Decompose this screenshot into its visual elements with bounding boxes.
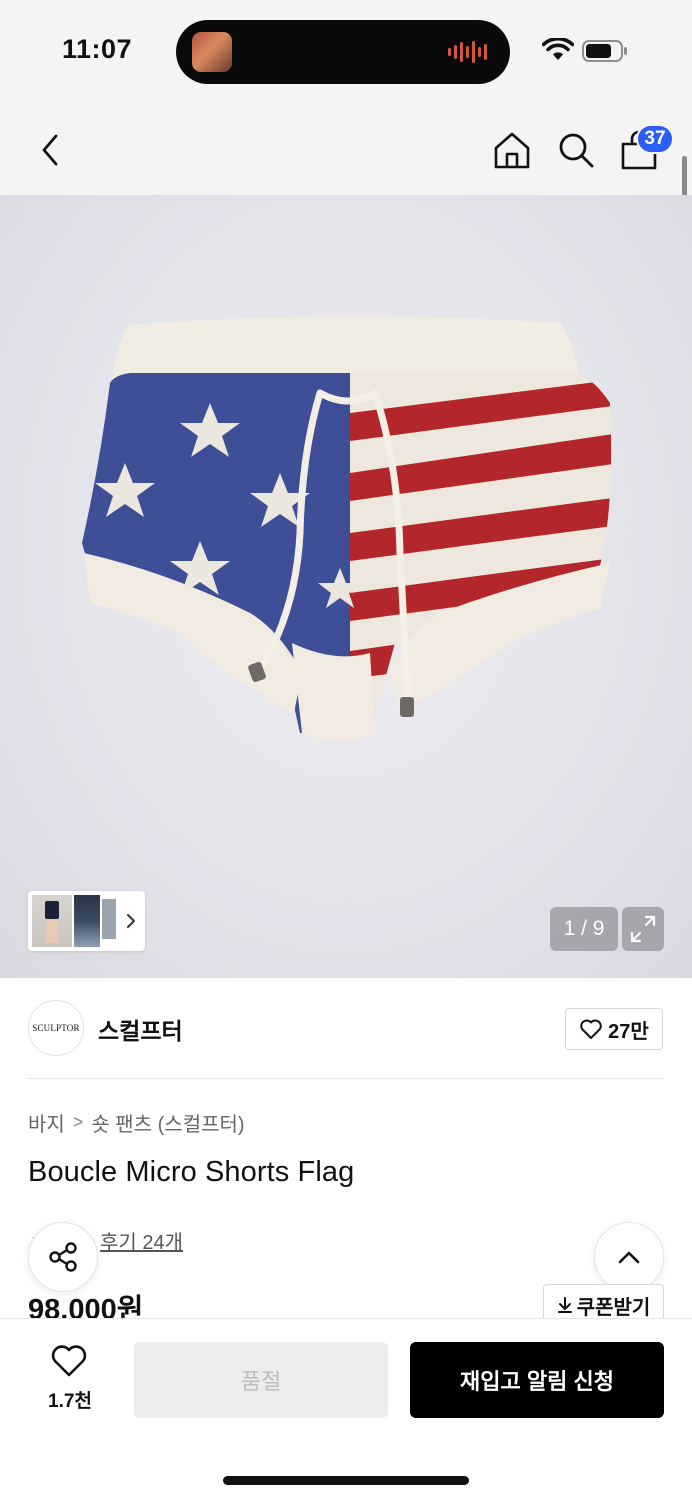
soldout-button: 품절 bbox=[134, 1342, 388, 1418]
expand-image-button[interactable] bbox=[622, 907, 664, 951]
breadcrumb-category[interactable]: 바지 bbox=[28, 1108, 65, 1137]
chevron-right-icon bbox=[127, 914, 135, 928]
brand-like-count: 27만 bbox=[608, 1020, 649, 1043]
now-playing-artwork bbox=[192, 32, 232, 72]
image-counter: 1 / 9 bbox=[550, 907, 618, 951]
thumbnail-figure-legs bbox=[46, 919, 58, 943]
wifi-icon bbox=[542, 38, 574, 60]
thumbnail-strip[interactable] bbox=[28, 891, 145, 951]
wishlist-count: 1.7천 bbox=[48, 1391, 92, 1412]
breadcrumb: 바지 > 숏 팬츠 (스컬프터) bbox=[28, 1108, 245, 1137]
product-image bbox=[82, 316, 612, 741]
brand-name[interactable]: 스컬프터 bbox=[98, 1012, 183, 1046]
brand-logo-text: SCULPTOR bbox=[32, 1023, 80, 1033]
share-icon bbox=[49, 1242, 77, 1272]
scroll-to-top-button[interactable] bbox=[594, 1222, 664, 1292]
review-count-link[interactable]: 후기 24개 bbox=[100, 1226, 183, 1255]
home-icon[interactable] bbox=[492, 130, 532, 170]
download-icon bbox=[557, 1297, 572, 1313]
cart-count-badge: 37 bbox=[636, 124, 674, 154]
coupon-label: 쿠폰받기 bbox=[576, 1296, 651, 1319]
home-indicator[interactable] bbox=[223, 1476, 469, 1485]
back-arrow-icon[interactable] bbox=[34, 130, 64, 170]
brand-logo[interactable]: SCULPTOR bbox=[28, 1000, 84, 1056]
heart-outline-icon bbox=[580, 1019, 602, 1039]
thumbnail-model-side[interactable] bbox=[74, 895, 100, 947]
battery-icon bbox=[582, 40, 627, 62]
thumbnail-model-front[interactable] bbox=[32, 895, 72, 947]
share-button[interactable] bbox=[28, 1222, 98, 1292]
dynamic-island bbox=[176, 20, 510, 84]
breadcrumb-subcategory[interactable]: 숏 팬츠 (스컬프터) bbox=[91, 1108, 244, 1137]
product-detail-page: 11:07 37 1 / 9 SCULPTOR 스컬프터 27만 바지 > 숏 … bbox=[0, 0, 692, 1500]
brand-like-button[interactable]: 27만 bbox=[565, 1008, 663, 1050]
thumbnail-figure bbox=[45, 901, 59, 919]
product-image-gallery[interactable]: 1 / 9 bbox=[0, 195, 692, 978]
chevron-up-icon bbox=[618, 1251, 640, 1264]
status-time: 11:07 bbox=[62, 34, 133, 64]
audio-wave-icon bbox=[448, 40, 488, 64]
breadcrumb-separator: > bbox=[72, 1112, 84, 1132]
thumbnail-more[interactable] bbox=[102, 899, 116, 939]
search-icon[interactable] bbox=[556, 130, 596, 170]
status-bar: 11:07 bbox=[0, 0, 692, 100]
expand-icon bbox=[630, 915, 656, 943]
wishlist-heart-icon[interactable] bbox=[50, 1344, 88, 1378]
restock-alert-button[interactable]: 재입고 알림 신청 bbox=[410, 1342, 664, 1418]
section-divider bbox=[28, 1078, 664, 1079]
product-title: Boucle Micro Shorts Flag bbox=[28, 1156, 355, 1188]
